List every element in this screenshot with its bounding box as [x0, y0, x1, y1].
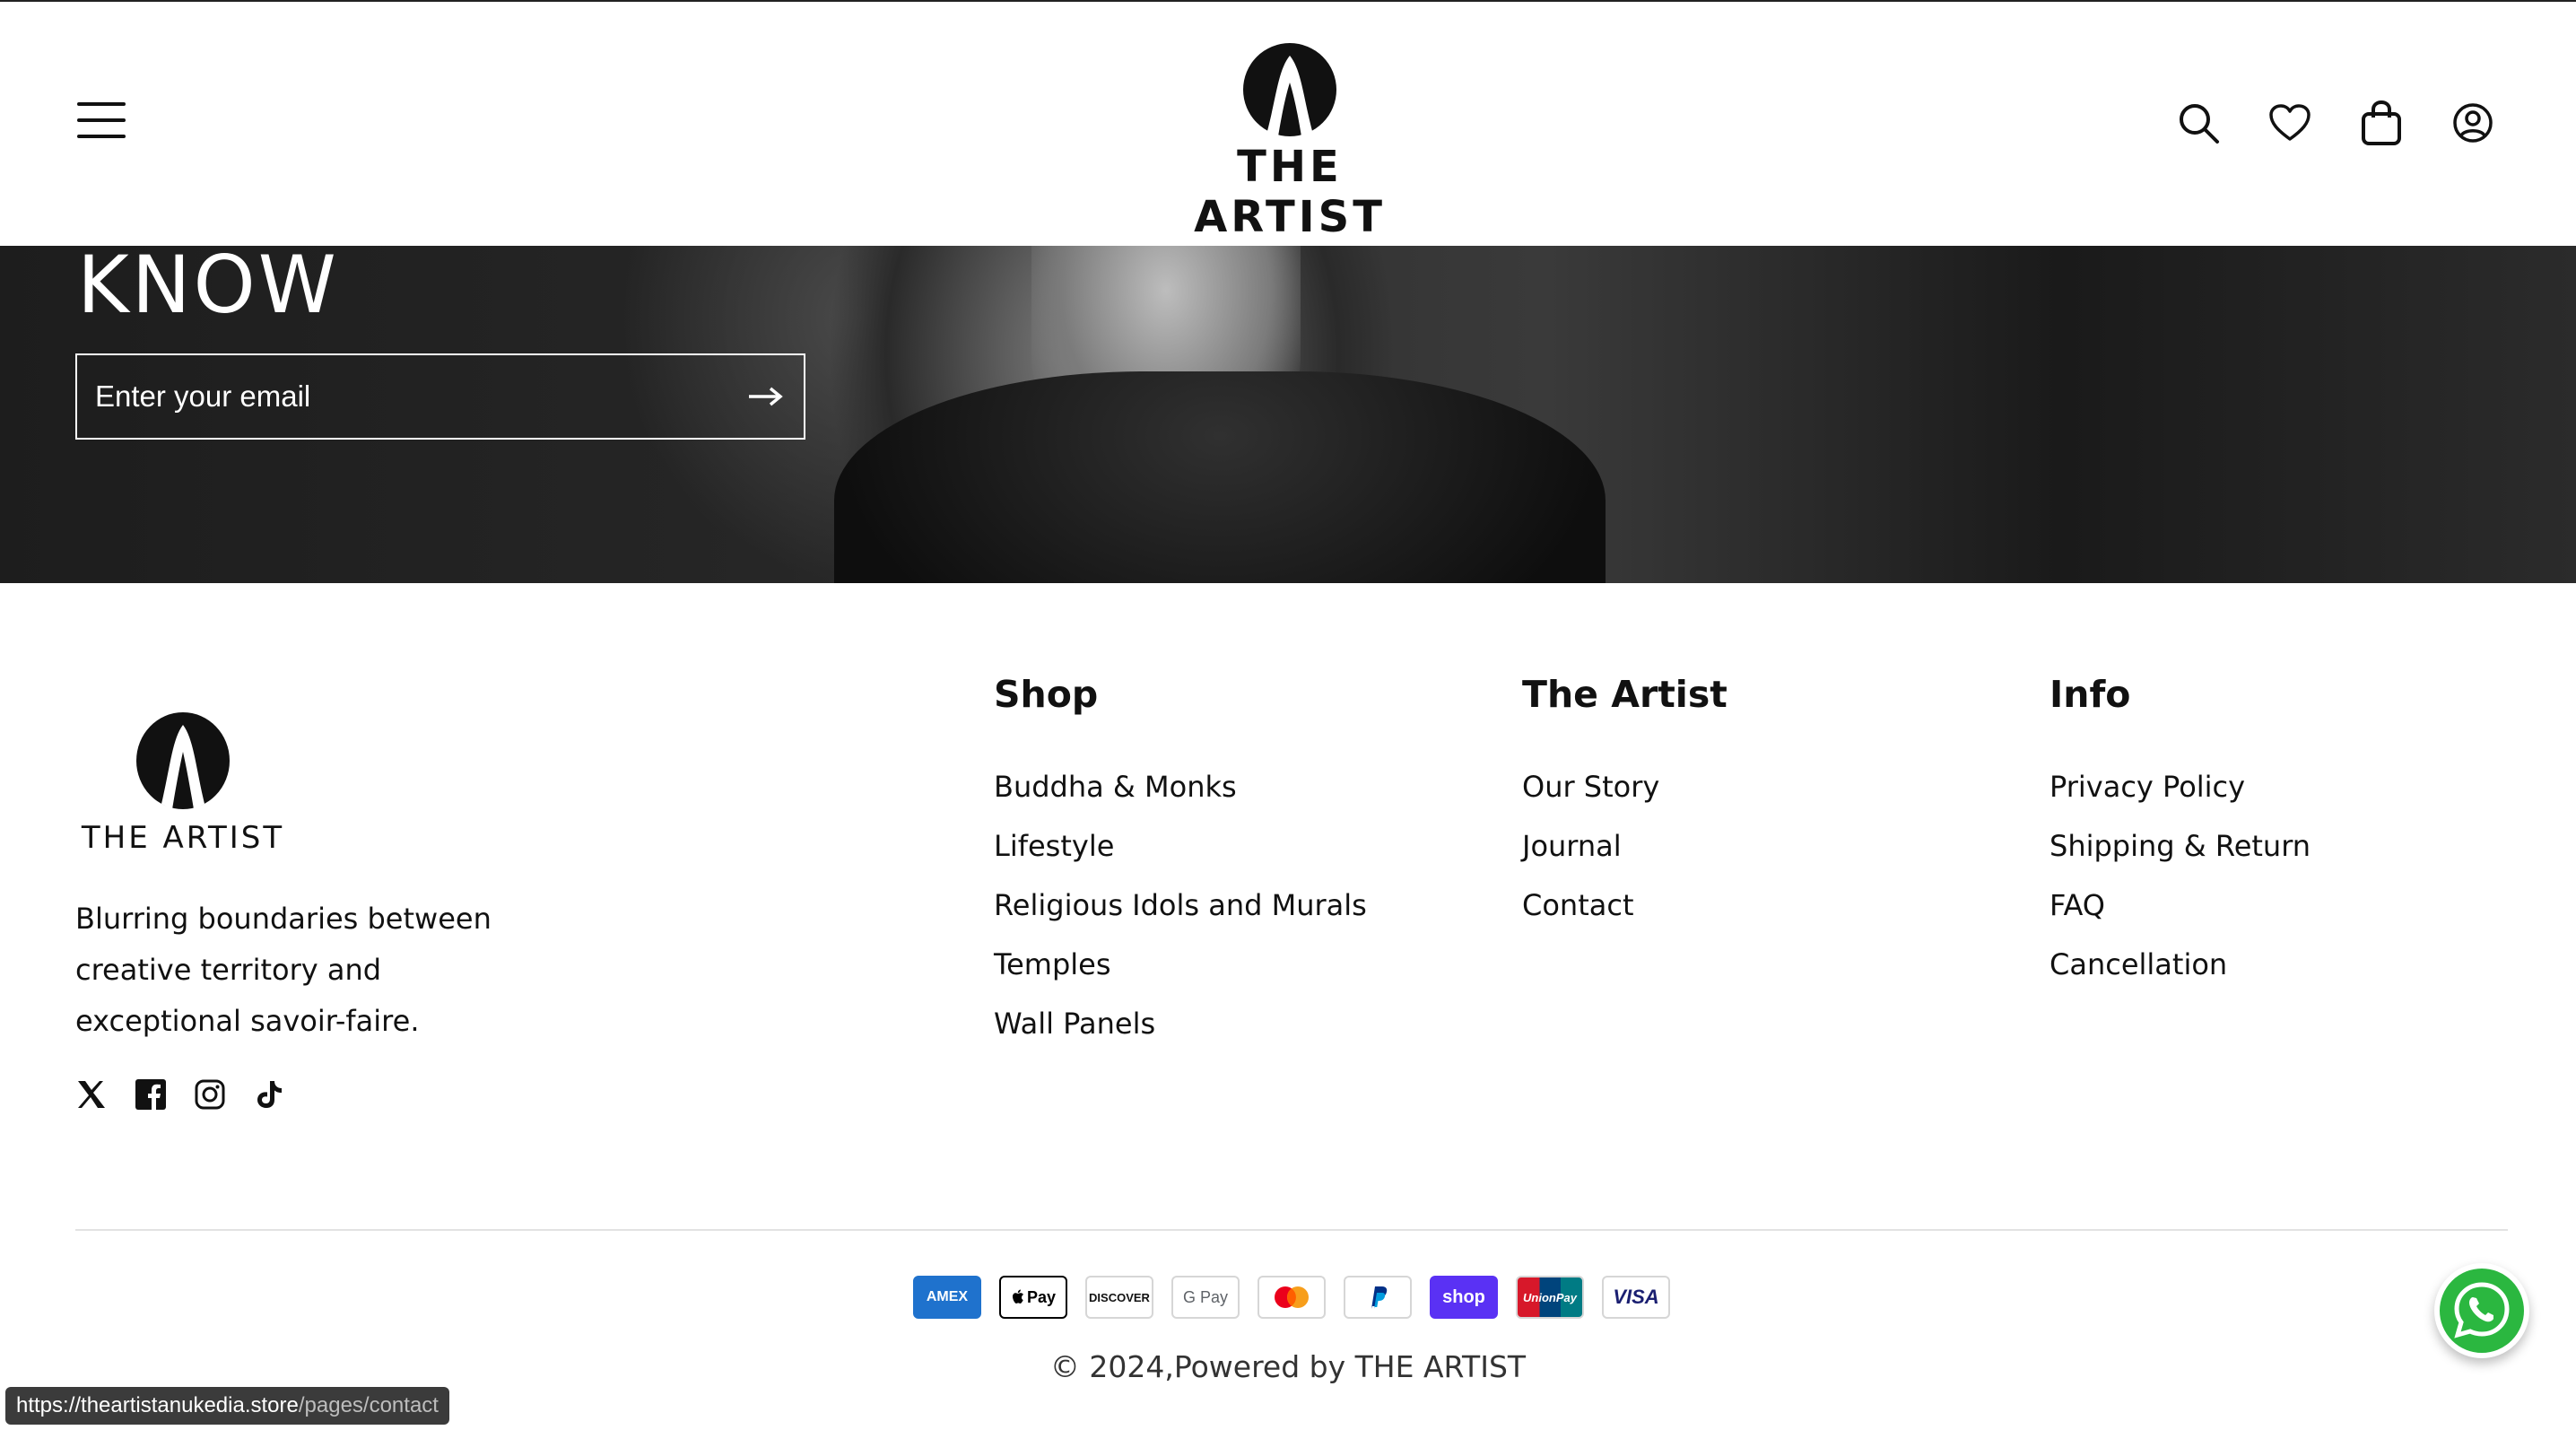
footer-column-info: Info Privacy Policy Shipping & Return FA…: [2049, 673, 2311, 994]
amex-icon: AMEX: [913, 1276, 981, 1319]
hero-photo-shirt: [834, 371, 1606, 583]
menu-icon[interactable]: [77, 102, 126, 138]
footer-link-journal[interactable]: Journal: [1522, 816, 1727, 876]
brand-name: THE ARTIST: [1194, 142, 1386, 242]
footer-divider: [75, 1229, 2508, 1231]
footer-link-faq[interactable]: FAQ: [2049, 876, 2311, 935]
status-url-tooltip: https://theartistanukedia.store/pages/co…: [5, 1387, 449, 1425]
hero-title: KNOW: [77, 239, 339, 331]
footer-brand-name: THE ARTIST: [81, 820, 285, 856]
footer-link-lifestyle[interactable]: Lifestyle: [994, 816, 1367, 876]
footer-column-title: Shop: [994, 673, 1099, 716]
search-icon[interactable]: [2176, 100, 2221, 145]
paypal-icon: [1344, 1276, 1412, 1319]
whatsapp-icon[interactable]: [2434, 1263, 2529, 1358]
footer-link-privacy-policy[interactable]: Privacy Policy: [2049, 757, 2311, 816]
logo-mark-icon: [1243, 43, 1336, 136]
status-url-host: https://theartistanukedia.store: [16, 1393, 299, 1417]
copyright-text: © 2024,Powered by THE ARTIST: [1049, 1349, 1527, 1384]
footer-column-the-artist: The Artist Our Story Journal Contact: [1522, 673, 1727, 935]
footer-column-shop: Shop Buddha & Monks Lifestyle Religious …: [994, 673, 1367, 1053]
newsletter-form: [75, 353, 805, 440]
site-footer: THE ARTIST Blurring boundaries between c…: [0, 583, 2576, 1430]
footer-link-our-story[interactable]: Our Story: [1522, 757, 1727, 816]
footer-link-shipping-return[interactable]: Shipping & Return: [2049, 816, 2311, 876]
instagram-icon[interactable]: [194, 1078, 226, 1111]
x-icon[interactable]: [75, 1078, 108, 1111]
footer-column-title: The Artist: [1522, 673, 1727, 716]
footer-link-temples[interactable]: Temples: [994, 935, 1367, 994]
site-header: THE ARTIST: [0, 0, 2576, 246]
footer-link-cancellation[interactable]: Cancellation: [2049, 935, 2311, 994]
heart-icon[interactable]: [2267, 100, 2312, 145]
bag-icon[interactable]: [2359, 100, 2404, 145]
logo-mark-icon: [136, 712, 230, 809]
unionpay-icon: UnionPay: [1516, 1276, 1584, 1319]
footer-tagline: Blurring boundaries between creative ter…: [75, 902, 492, 1038]
payment-methods: AMEX Pay DISCOVER G Pay shop UnionPay VI…: [913, 1276, 1670, 1319]
apple-pay-label: Pay: [1026, 1287, 1057, 1306]
mastercard-icon: [1258, 1276, 1326, 1319]
footer-link-buddha-monks[interactable]: Buddha & Monks: [994, 757, 1367, 816]
account-icon[interactable]: [2450, 100, 2495, 145]
facebook-icon[interactable]: [135, 1078, 167, 1111]
shop-pay-icon: shop: [1430, 1276, 1498, 1319]
footer-link-contact[interactable]: Contact: [1522, 876, 1727, 935]
apple-pay-icon: Pay: [999, 1276, 1067, 1319]
footer-link-wall-panels[interactable]: Wall Panels: [994, 994, 1367, 1053]
tiktok-icon[interactable]: [253, 1078, 285, 1111]
discover-icon: DISCOVER: [1085, 1276, 1153, 1319]
email-input[interactable]: [95, 379, 744, 414]
arrow-right-icon[interactable]: [744, 376, 786, 417]
status-url-path: /pages/contact: [298, 1393, 439, 1417]
footer-column-title: Info: [2049, 673, 2131, 716]
footer-logo[interactable]: THE ARTIST: [75, 711, 291, 856]
brand-logo[interactable]: THE ARTIST: [1132, 43, 1448, 242]
footer-link-religious-idols[interactable]: Religious Idols and Murals: [994, 876, 1367, 935]
visa-icon: VISA: [1602, 1276, 1670, 1319]
google-pay-icon: G Pay: [1171, 1276, 1240, 1319]
